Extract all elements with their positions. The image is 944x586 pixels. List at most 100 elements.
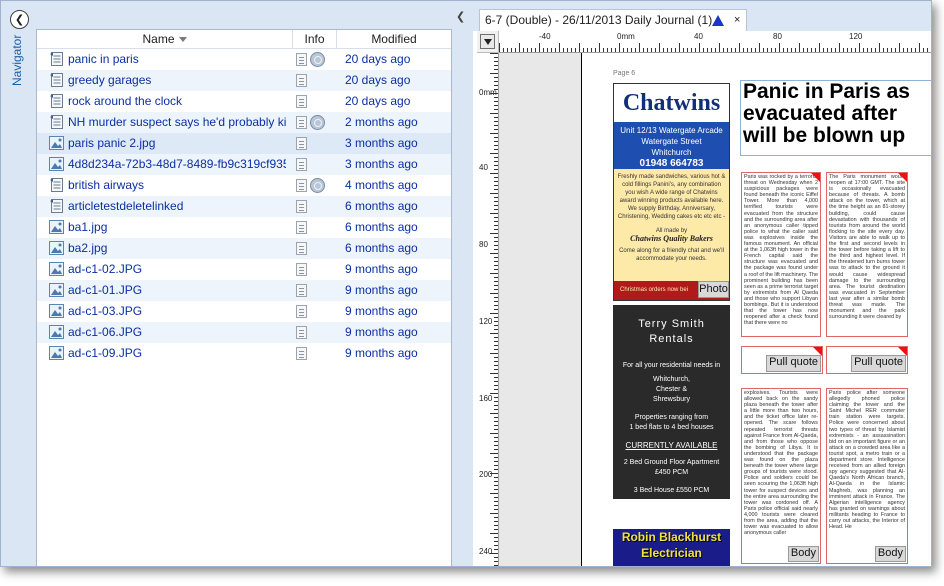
info-document-icon[interactable] <box>296 263 307 276</box>
file-row[interactable]: ad-c1-02.JPG 9 months ago <box>37 259 451 280</box>
ruler-tick <box>494 341 498 342</box>
file-row[interactable]: 4d8d234a-72b3-48d7-8489-fb9c319cf935 3 mo… <box>37 154 451 175</box>
ruler-tick <box>494 265 498 266</box>
ruler-tick <box>494 409 498 410</box>
file-row[interactable]: greedy garages 20 days ago <box>37 70 451 91</box>
ruler-tick <box>647 48 648 52</box>
info-document-icon[interactable] <box>296 116 307 129</box>
ruler-tick <box>575 48 576 52</box>
photo-frame-label[interactable]: Photo <box>698 281 729 298</box>
file-row[interactable]: NH murder suspect says he'd probably ki 2… <box>37 112 451 133</box>
ruler-tick <box>494 169 498 170</box>
ruler-tick <box>494 237 498 238</box>
ruler-tick <box>494 561 498 562</box>
page[interactable]: Page 6 Chatwins Unit 12/13 Watergate Arc… <box>581 53 931 566</box>
file-row[interactable]: ba2.jpg 6 months ago <box>37 238 451 259</box>
file-row[interactable]: ad-c1-09.JPG 9 months ago <box>37 343 451 364</box>
info-document-icon[interactable] <box>296 74 307 87</box>
ruler-tick <box>494 309 498 310</box>
info-document-icon[interactable] <box>296 137 307 150</box>
ad-chatwins[interactable]: Chatwins Unit 12/13 Watergate Arcade Wat… <box>613 83 730 301</box>
globe-icon[interactable] <box>310 52 325 67</box>
info-document-icon[interactable] <box>296 242 307 255</box>
file-row[interactable]: ad-c1-03.JPG 9 months ago <box>37 301 451 322</box>
ad-robin-blackhurst[interactable]: Robin Blackhurst Electrician <box>613 529 730 566</box>
ruler-tick <box>490 533 498 534</box>
ruler-tick <box>851 48 852 52</box>
ruler-label: 80 <box>773 32 782 41</box>
ruler-tick <box>583 48 584 52</box>
ruler-options-button[interactable] <box>480 34 495 49</box>
info-document-icon[interactable] <box>296 305 307 318</box>
panel-splitter[interactable]: ❮ <box>453 1 471 566</box>
pull-quote-frame-1[interactable]: Pull quote <box>741 346 823 374</box>
article-column-1-top[interactable]: Paris was rocked by a terrorist threat o… <box>741 172 821 337</box>
ruler-tick <box>551 48 552 52</box>
info-document-icon[interactable] <box>296 53 307 66</box>
ruler-tick <box>743 48 744 52</box>
ruler-tick <box>859 43 860 52</box>
vertical-ruler[interactable]: 0mm 40 80 120 160 200 240 <box>477 53 499 566</box>
file-row[interactable]: panic in paris 20 days ago <box>37 49 451 70</box>
navigator-label[interactable]: Navigator <box>10 35 24 115</box>
info-document-icon[interactable] <box>296 326 307 339</box>
headline-frame[interactable]: Panic in Paris as evacuated after will be … <box>740 80 931 156</box>
ruler-tick <box>494 197 498 198</box>
file-list-header: Name Info Modified <box>37 30 451 49</box>
globe-icon[interactable] <box>310 115 325 130</box>
file-modified: 9 months ago <box>345 346 418 360</box>
info-document-icon[interactable] <box>296 179 307 192</box>
ad-terry-smith[interactable]: Terry Smith Rentals For all your residen… <box>613 305 730 499</box>
info-document-icon[interactable] <box>296 284 307 297</box>
ruler-tick <box>847 48 848 52</box>
ruler-tick <box>703 48 704 52</box>
ruler-tick <box>490 133 498 134</box>
pull-quote-label: Pull quote <box>851 355 906 372</box>
ruler-tick <box>663 48 664 52</box>
ruler-tick <box>494 301 498 302</box>
ruler-tick <box>494 381 498 382</box>
file-row[interactable]: paris panic 2.jpg 3 months ago <box>37 133 451 154</box>
warning-triangle-icon <box>712 15 724 26</box>
ruler-tick <box>511 48 512 52</box>
body-frame-label: Body <box>787 546 819 562</box>
ruler-tick <box>891 48 892 52</box>
article-column-2-top[interactable]: The Paris monument would reopen at 17:00… <box>826 172 908 337</box>
info-document-icon[interactable] <box>296 95 307 108</box>
article-column-1-bottom[interactable]: explosives. Tourists were allowed back o… <box>741 388 821 564</box>
file-modified: 4 months ago <box>345 178 418 192</box>
file-row[interactable]: ad-c1-01.JPG 9 months ago <box>37 280 451 301</box>
info-document-icon[interactable] <box>296 200 307 213</box>
ruler-tick <box>887 48 888 52</box>
ruler-tick <box>507 48 508 52</box>
chatwins-logo: Chatwins <box>622 90 721 116</box>
info-document-icon[interactable] <box>296 158 307 171</box>
info-document-icon[interactable] <box>296 347 307 360</box>
file-row[interactable]: rock around the clock 20 days ago <box>37 91 451 112</box>
ruler-tick <box>494 437 498 438</box>
horizontal-ruler[interactable]: -40 0mm 40 80 120 <box>499 31 931 53</box>
column-header-name[interactable]: Name <box>37 30 293 48</box>
ruler-tick <box>531 48 532 52</box>
pull-quote-frame-2[interactable]: Pull quote <box>826 346 908 374</box>
globe-icon[interactable] <box>310 178 325 193</box>
file-row[interactable]: articletestdeletelinked 6 months ago <box>37 196 451 217</box>
article-column-2-bottom[interactable]: Paris police after someone allegedly pho… <box>826 388 908 564</box>
file-row[interactable]: ad-c1-06.JPG 9 months ago <box>37 322 451 343</box>
ruler-tick <box>899 43 900 52</box>
column-header-info[interactable]: Info <box>293 30 337 48</box>
column-header-modified[interactable]: Modified <box>337 30 451 48</box>
file-row[interactable]: british airways 4 months ago <box>37 175 451 196</box>
tab-daily-journal[interactable]: 6-7 (Double) - 26/11/2013 Daily Journal … <box>479 9 747 31</box>
file-name: ad-c1-01.JPG <box>68 283 143 297</box>
file-row[interactable]: ba1.jpg 6 months ago <box>37 217 451 238</box>
ruler-tick <box>490 213 498 214</box>
chatwins-blurb: Freshly made sandwiches, various hot & c… <box>614 169 729 281</box>
ruler-tick <box>494 269 498 270</box>
collapse-navigator-button[interactable]: ❮ <box>10 10 29 29</box>
ruler-tick <box>875 48 876 52</box>
info-document-icon[interactable] <box>296 221 307 234</box>
tab-title: 6-7 (Double) - 26/11/2013 Daily Journal … <box>485 13 713 27</box>
chevron-left-icon[interactable]: ❮ <box>456 10 465 23</box>
close-icon[interactable]: × <box>734 10 740 30</box>
